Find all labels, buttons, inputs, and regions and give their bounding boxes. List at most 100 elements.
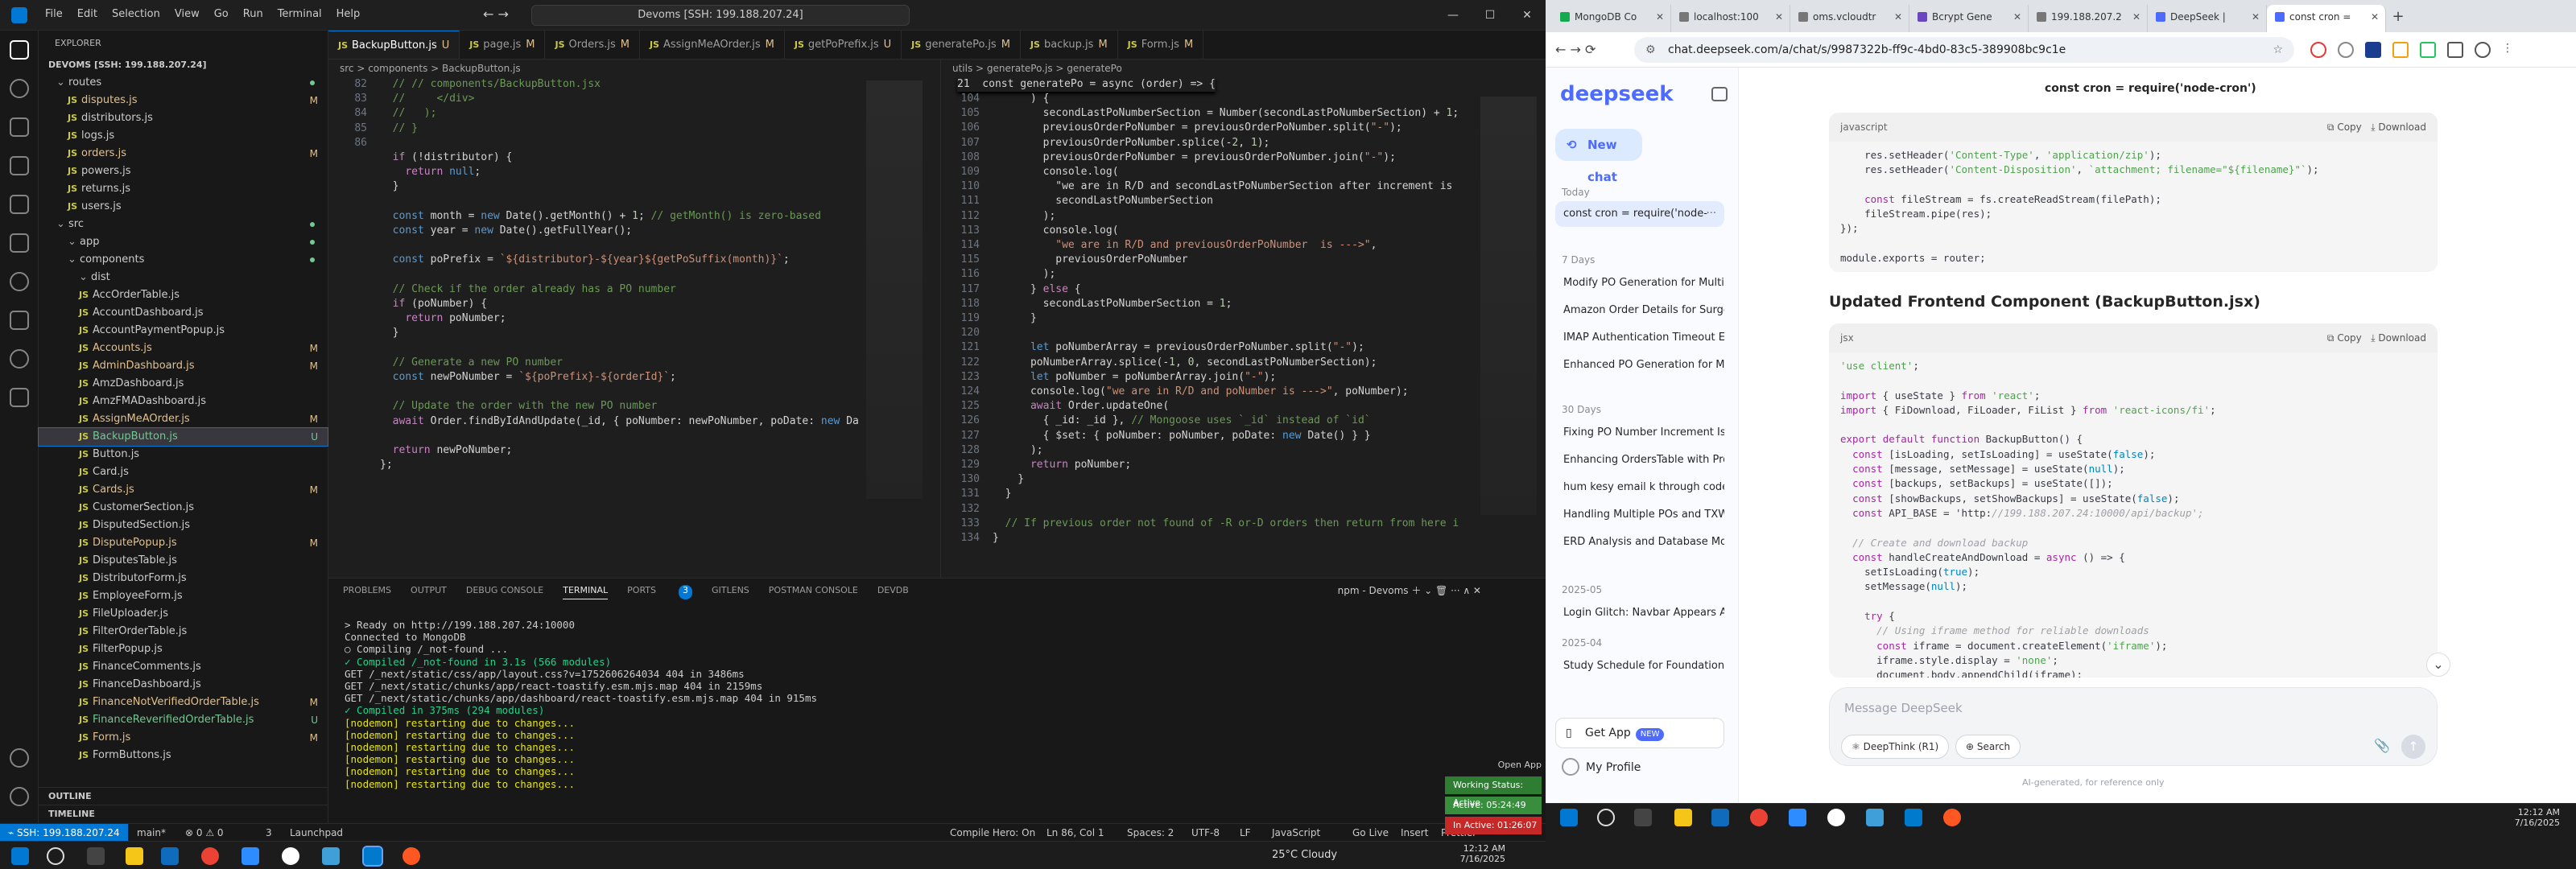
- right-breadcrumb[interactable]: utils > generatePo.js > generatePo: [940, 60, 1546, 77]
- chat-history-item[interactable]: Login Glitch: Navbar Appears Af: [1555, 600, 1724, 626]
- tree-item[interactable]: JS FilterPopup.js: [39, 640, 328, 658]
- ext-yellow-icon[interactable]: [2392, 42, 2409, 58]
- chrome-icon[interactable]: [201, 847, 219, 865]
- tree-item[interactable]: JS orders.js M: [39, 145, 328, 163]
- editor-tab[interactable]: JS getPoPrefix.js U: [784, 31, 902, 59]
- profile-icon[interactable]: [2475, 42, 2491, 58]
- postman-task-icon[interactable]: [402, 847, 420, 865]
- back-forward-reload-icon[interactable]: ← → ⟳: [1555, 42, 1596, 57]
- extensions-puzzle-icon[interactable]: [2447, 42, 2463, 58]
- editor-tab[interactable]: JS generatePo.js M: [902, 31, 1021, 59]
- tree-item[interactable]: JS FinanceReverifiedOrderTable.js U: [39, 711, 328, 729]
- tree-item[interactable]: JS FinanceComments.js: [39, 658, 328, 676]
- chrome-icon[interactable]: [1750, 809, 1768, 826]
- search-icon[interactable]: [10, 79, 29, 98]
- browser-tab[interactable]: oms.vcloudtr ✕: [1790, 5, 1909, 32]
- search-toggle[interactable]: ⊕ Search: [1955, 735, 2021, 759]
- tree-item[interactable]: JS returns.js: [39, 180, 328, 198]
- tree-item[interactable]: JS AmzDashboard.js: [39, 375, 328, 393]
- editor-tab[interactable]: JS Orders.js M: [545, 31, 640, 59]
- tree-item[interactable]: JS AccountDashboard.js: [39, 304, 328, 322]
- tree-item[interactable]: ⌄ dist: [39, 269, 328, 286]
- tree-item[interactable]: JS DisputePopup.js M: [39, 534, 328, 552]
- app-icon[interactable]: [1827, 809, 1845, 826]
- docker-icon[interactable]: [10, 388, 29, 407]
- panel-tab-ports[interactable]: PORTS: [627, 585, 656, 599]
- tree-item[interactable]: ⌄ routes: [39, 74, 328, 92]
- tab-close-icon[interactable]: ✕: [2013, 5, 2021, 29]
- ext-circle-icon[interactable]: [2338, 42, 2354, 58]
- tab-close-icon[interactable]: ✕: [1775, 5, 1783, 29]
- windows-start-icon[interactable]: [11, 847, 29, 865]
- tree-item[interactable]: JS AccOrderTable.js: [39, 286, 328, 304]
- editor-tab[interactable]: JS Form.js M: [1117, 31, 1204, 59]
- ext-fd-icon[interactable]: [2365, 42, 2381, 58]
- outline-section[interactable]: OUTLINE: [39, 787, 328, 805]
- download-button[interactable]: ⤓ Download: [2371, 332, 2426, 344]
- task-view-icon[interactable]: [1634, 809, 1652, 826]
- panel-tab-gitlens[interactable]: GITLENS: [712, 585, 749, 599]
- panel-tab-postman-console[interactable]: POSTMAN CONSOLE: [769, 585, 858, 599]
- maximize-icon[interactable]: ☐: [1472, 0, 1509, 31]
- tree-item[interactable]: JS AmzFMADashboard.js: [39, 393, 328, 410]
- ext-red-icon[interactable]: [2310, 42, 2326, 58]
- tree-item[interactable]: JS users.js: [39, 198, 328, 216]
- remote-explorer-icon[interactable]: [10, 233, 29, 253]
- panel-tab-devdb[interactable]: DEVDB: [877, 585, 909, 599]
- menu-item-help[interactable]: Help: [336, 8, 361, 20]
- tab-close-icon[interactable]: ✕: [1894, 5, 1902, 29]
- editor-tab[interactable]: JS page.js M: [460, 31, 546, 59]
- taskbar-search-icon[interactable]: [1597, 809, 1615, 826]
- tree-item[interactable]: JS AccountPaymentPopup.js: [39, 322, 328, 340]
- remote-app-icon[interactable]: [322, 847, 340, 865]
- weather[interactable]: 25°C Cloudy: [1272, 849, 1337, 861]
- tree-item[interactable]: JS FinanceNotVerifiedOrderTable.js M: [39, 694, 328, 711]
- extensions-icon[interactable]: [10, 195, 29, 214]
- warn-count[interactable]: 3: [266, 824, 272, 842]
- new-chat-button[interactable]: ⟲ New chat: [1555, 129, 1642, 184]
- menu-item-view[interactable]: View: [175, 8, 200, 20]
- tree-item[interactable]: JS disputes.js M: [39, 92, 328, 109]
- editor-tab[interactable]: JS AssignMeAOrder.js M: [639, 31, 785, 59]
- tree-item[interactable]: JS CustomerSection.js: [39, 499, 328, 517]
- close-icon[interactable]: ✕: [1509, 0, 1546, 31]
- problems-count[interactable]: ⊗ 0 ⚠ 0: [185, 824, 224, 842]
- tree-item[interactable]: JS DisputesTable.js: [39, 552, 328, 570]
- tree-item[interactable]: JS distributors.js: [39, 109, 328, 127]
- tab-close-icon[interactable]: ✕: [2371, 5, 2379, 29]
- remote-indicator[interactable]: ⌁ SSH: 199.188.207.24: [0, 824, 128, 842]
- chat-history-active[interactable]: const cron = require('node- ···: [1555, 201, 1724, 227]
- tree-item[interactable]: JS FilterOrderTable.js: [39, 623, 328, 640]
- tree-item[interactable]: JS DisputedSection.js: [39, 517, 328, 534]
- editor-tab[interactable]: JS backup.js M: [1020, 31, 1118, 59]
- get-app-button[interactable]: ▯ Get App NEW: [1555, 718, 1724, 748]
- deepseek-logo[interactable]: deepseek: [1560, 82, 1674, 106]
- attach-icon[interactable]: 📎: [2374, 738, 2390, 753]
- tab-close-icon[interactable]: ✕: [1656, 5, 1664, 29]
- left-editor[interactable]: 82 83 84 85 86 // // components/BackupButton…: [328, 77, 940, 578]
- tree-item[interactable]: JS Form.js M: [39, 729, 328, 747]
- nav-back-icon[interactable]: ← →: [483, 6, 509, 22]
- tree-item[interactable]: JS Card.js: [39, 463, 328, 481]
- chat-history-item[interactable]: hum kesy email k through code: [1555, 475, 1724, 500]
- database-icon[interactable]: [10, 311, 29, 330]
- vscode-task-icon[interactable]: [1905, 809, 1922, 826]
- menu-item-selection[interactable]: Selection: [112, 8, 160, 20]
- chat-history-item[interactable]: Modify PO Generation for Multi: [1555, 270, 1724, 296]
- download-button[interactable]: ⤓ Download: [2371, 121, 2426, 133]
- message-input[interactable]: Message DeepSeek ⚛ DeepThink (R1) ⊕ Sear…: [1829, 687, 2438, 766]
- terminal-selector[interactable]: npm - Devoms ＋ ⌄ 🗑 ··· ∧ ✕: [1338, 583, 1481, 597]
- panel-tab-output[interactable]: OUTPUT: [411, 585, 447, 599]
- panel-tab-problems[interactable]: PROBLEMS: [343, 585, 391, 599]
- tree-item[interactable]: ⌄ components: [39, 251, 328, 269]
- compile-hero[interactable]: Compile Hero: On: [950, 824, 1035, 842]
- file-explorer-icon[interactable]: [1674, 809, 1692, 826]
- windows-start-icon[interactable]: [1560, 809, 1578, 826]
- tree-item[interactable]: JS BackupButton.js U: [38, 427, 328, 447]
- file-explorer-icon[interactable]: [126, 847, 143, 865]
- manage-gear-icon[interactable]: [10, 787, 29, 806]
- send-icon[interactable]: ↑: [2401, 735, 2425, 759]
- deepthink-toggle[interactable]: ⚛ DeepThink (R1): [1841, 735, 1950, 759]
- tree-item[interactable]: JS Button.js: [39, 446, 328, 463]
- clock[interactable]: 12:12 AM 7/16/2025: [1449, 843, 1505, 864]
